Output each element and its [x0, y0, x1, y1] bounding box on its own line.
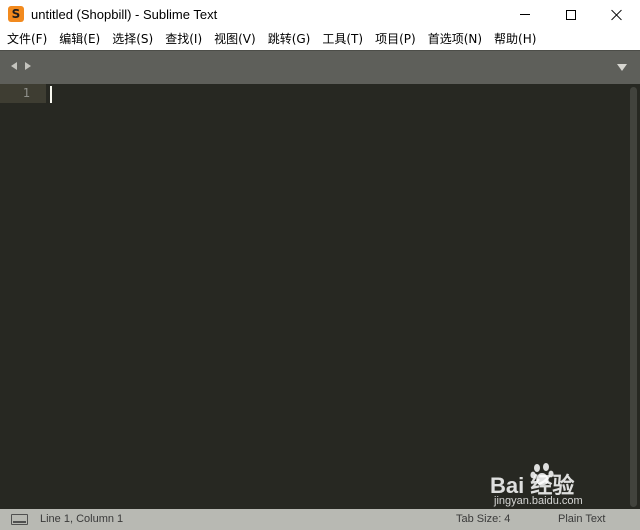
close-button[interactable] — [594, 0, 640, 29]
maximize-icon — [566, 9, 576, 20]
tab-scroll-left-icon[interactable] — [11, 62, 17, 70]
tab-strip — [0, 50, 640, 84]
menu-goto[interactable]: 跳转(G) — [262, 29, 317, 50]
status-bar: Line 1, Column 1 Tab Size: 4 Plain Text — [0, 509, 640, 530]
tab-list-dropdown-icon[interactable] — [617, 64, 627, 71]
syntax-selector[interactable]: Plain Text — [558, 513, 606, 525]
menu-project[interactable]: 项目(P) — [369, 29, 422, 50]
menu-help[interactable]: 帮助(H) — [488, 29, 542, 50]
vertical-scrollbar[interactable] — [630, 87, 637, 507]
tab-size-selector[interactable]: Tab Size: 4 — [456, 513, 510, 525]
menu-preferences[interactable]: 首选项(N) — [422, 29, 488, 50]
line-number: 1 — [22, 86, 30, 100]
menu-edit[interactable]: 编辑(E) — [53, 29, 106, 50]
minimize-icon — [520, 14, 530, 15]
line-number-gutter: 1 — [0, 84, 46, 509]
minimize-button[interactable] — [502, 0, 548, 29]
watermark-site: jingyan.baidu.com — [494, 495, 583, 507]
text-area[interactable] — [46, 84, 626, 509]
menu-tools[interactable]: 工具(T) — [316, 29, 369, 50]
cursor-position: Line 1, Column 1 — [40, 513, 124, 525]
window-title: untitled (Shopbill) - Sublime Text — [31, 7, 218, 22]
menu-bar: 文件(F) 编辑(E) 选择(S) 查找(I) 视图(V) 跳转(G) 工具(T… — [0, 29, 640, 50]
menu-view[interactable]: 视图(V) — [208, 29, 262, 50]
menu-selection[interactable]: 选择(S) — [106, 29, 159, 50]
sublime-text-icon: S — [8, 6, 24, 22]
editor-pane[interactable]: 1 — [0, 84, 640, 509]
baidu-jingyan-watermark: Bai 经验 jingyan.baidu.com — [490, 462, 630, 507]
tab-scroll-right-icon[interactable] — [25, 62, 31, 70]
title-bar: S untitled (Shopbill) - Sublime Text — [0, 0, 640, 29]
text-caret — [50, 86, 52, 103]
toggle-panel-icon[interactable] — [11, 514, 28, 525]
close-icon — [611, 9, 623, 21]
menu-file[interactable]: 文件(F) — [1, 29, 53, 50]
maximize-button[interactable] — [548, 0, 594, 29]
menu-find[interactable]: 查找(I) — [159, 29, 208, 50]
